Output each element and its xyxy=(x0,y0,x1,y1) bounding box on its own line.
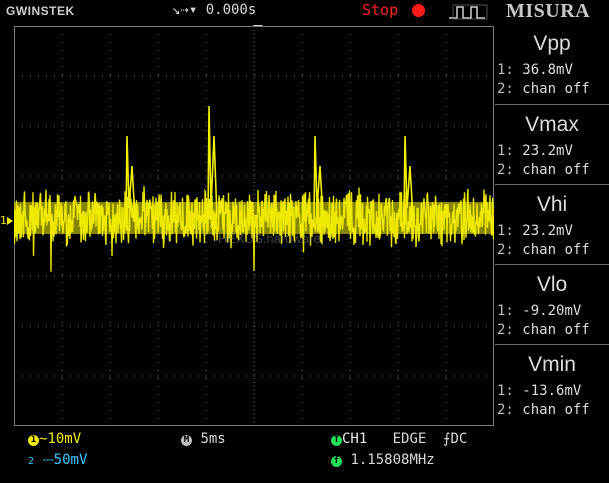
measurement-ch1-value: 1: -9.20mV xyxy=(497,303,582,319)
measurement-vlo[interactable]: Vlo 1: -9.20mV 2: chan off xyxy=(495,264,609,345)
measurement-title: Vhi xyxy=(536,193,568,216)
trigger-arrows-icon: ↘︎⇢▾ xyxy=(172,2,206,18)
ch1-level-arrow-icon xyxy=(7,217,13,225)
measurement-ch2-value: 2: chan off xyxy=(497,402,590,418)
waveform-graticule xyxy=(13,26,495,426)
ch1-level-marker[interactable]: 1 xyxy=(0,214,7,227)
measurement-ch1-value: 1: 23.2mV xyxy=(497,143,573,159)
measurement-ch1-value: 1: 23.2mV xyxy=(497,223,573,239)
dc-coupling-icon: ⎓ xyxy=(42,452,54,468)
timebase[interactable]: M 5ms xyxy=(181,431,226,447)
measurement-title: Vlo xyxy=(536,273,568,296)
timebase-badge: M xyxy=(181,435,192,446)
measurement-ch1-value: 1: -13.6mV xyxy=(497,383,582,399)
measurement-vmax[interactable]: Vmax 1: 23.2mV 2: chan off xyxy=(495,104,609,185)
trigger-position[interactable]: ↘︎⇢▾ 0.000s xyxy=(172,2,256,18)
measurement-ch2-value: 2: chan off xyxy=(497,81,590,97)
ch1-scale[interactable]: 1 ∼10mV xyxy=(28,431,81,447)
measurement-title: Vpp xyxy=(533,32,571,55)
watermark-brand: MISURA xyxy=(506,0,591,22)
ch1-badge: 1 xyxy=(28,435,39,446)
center-watermark: HEXUS.hardware xyxy=(218,231,321,246)
run-state-label[interactable]: Stop xyxy=(362,1,398,19)
measurement-title: Vmax xyxy=(525,113,579,136)
measurement-panel: Vpp 1: 36.8mV 2: chan off Vmax 1: 23.2mV… xyxy=(495,24,609,426)
waveform-display[interactable] xyxy=(13,26,495,426)
measurement-vpp[interactable]: Vpp 1: 36.8mV 2: chan off xyxy=(495,24,609,104)
measurement-title: Vmin xyxy=(528,353,576,376)
ch2-scale[interactable]: 2 ⎓50mV xyxy=(28,452,87,468)
trigger-position-value: 0.000s xyxy=(205,2,257,18)
measurement-ch2-value: 2: chan off xyxy=(497,242,590,258)
trigger-status-icon xyxy=(449,4,488,20)
measurement-vmin[interactable]: Vmin 1: -13.6mV 2: chan off xyxy=(495,344,609,425)
frequency-counter: f 1.15808MHz xyxy=(331,452,435,468)
frequency-badge: f xyxy=(331,456,342,467)
measurement-ch1-value: 1: 36.8mV xyxy=(497,62,573,78)
measurement-vhi[interactable]: Vhi 1: 23.2mV 2: chan off xyxy=(495,184,609,265)
measurement-ch2-value: 2: chan off xyxy=(497,162,590,178)
brand-logo: GWINSTEK xyxy=(6,4,75,18)
stop-indicator-icon xyxy=(412,4,425,17)
trigger-badge: T xyxy=(331,435,342,446)
trigger-setup[interactable]: T CH1 EDGE ⨍DC xyxy=(331,431,467,447)
ch2-badge: 2 xyxy=(28,456,35,467)
measurement-ch2-value: 2: chan off xyxy=(497,322,590,338)
top-status-bar: GWINSTEK ↘︎⇢▾ 0.000s Stop MISURA xyxy=(0,0,609,22)
bottom-status-bar: 1 ∼10mV 2 ⎓50mV M 5ms T CH1 EDGE ⨍DC f 1.1… xyxy=(0,428,609,483)
